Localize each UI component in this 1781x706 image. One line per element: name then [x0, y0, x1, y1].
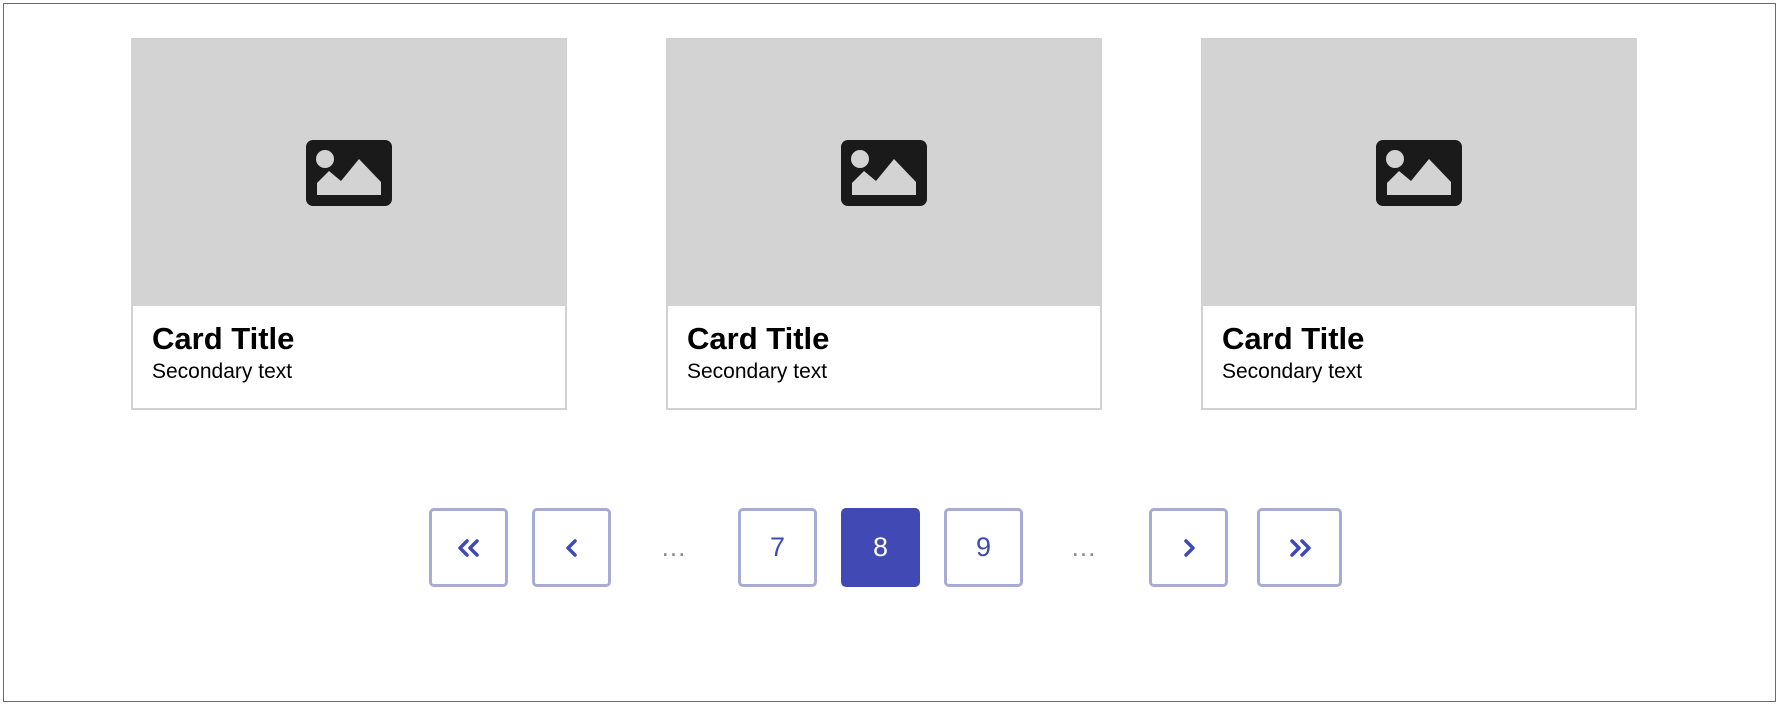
card-1[interactable]: Card Title Secondary text [131, 38, 567, 410]
chevron-left-icon [565, 538, 577, 557]
image-icon [1376, 140, 1462, 206]
page-9-button[interactable]: 9 [944, 508, 1023, 587]
card-title: Card Title [1222, 321, 1365, 356]
card-secondary-text: Secondary text [1222, 360, 1363, 383]
double-chevron-left-icon [457, 538, 479, 557]
first-page-button[interactable] [429, 508, 508, 587]
pagination-ellipsis-after: ... [1071, 532, 1097, 562]
previous-page-button[interactable] [532, 508, 611, 587]
card-media [1203, 40, 1635, 306]
image-icon [306, 140, 392, 206]
card-2[interactable]: Card Title Secondary text [666, 38, 1102, 410]
card-secondary-text: Secondary text [152, 360, 293, 383]
next-page-button[interactable] [1149, 508, 1228, 587]
last-page-button[interactable] [1257, 508, 1342, 587]
card-media [133, 40, 565, 306]
card-secondary-text: Secondary text [687, 360, 828, 383]
page-8-button-current[interactable]: 8 [841, 508, 920, 587]
chevron-right-icon [1183, 538, 1195, 557]
page-7-button[interactable]: 7 [738, 508, 817, 587]
card-media [668, 40, 1100, 306]
card-title: Card Title [687, 321, 830, 356]
page-frame: Card Title Secondary text Card Title Sec… [3, 3, 1776, 702]
image-icon [841, 140, 927, 206]
double-chevron-right-icon [1289, 538, 1311, 557]
card-3[interactable]: Card Title Secondary text [1201, 38, 1637, 410]
pagination-ellipsis-before: ... [661, 532, 687, 562]
card-title: Card Title [152, 321, 295, 356]
